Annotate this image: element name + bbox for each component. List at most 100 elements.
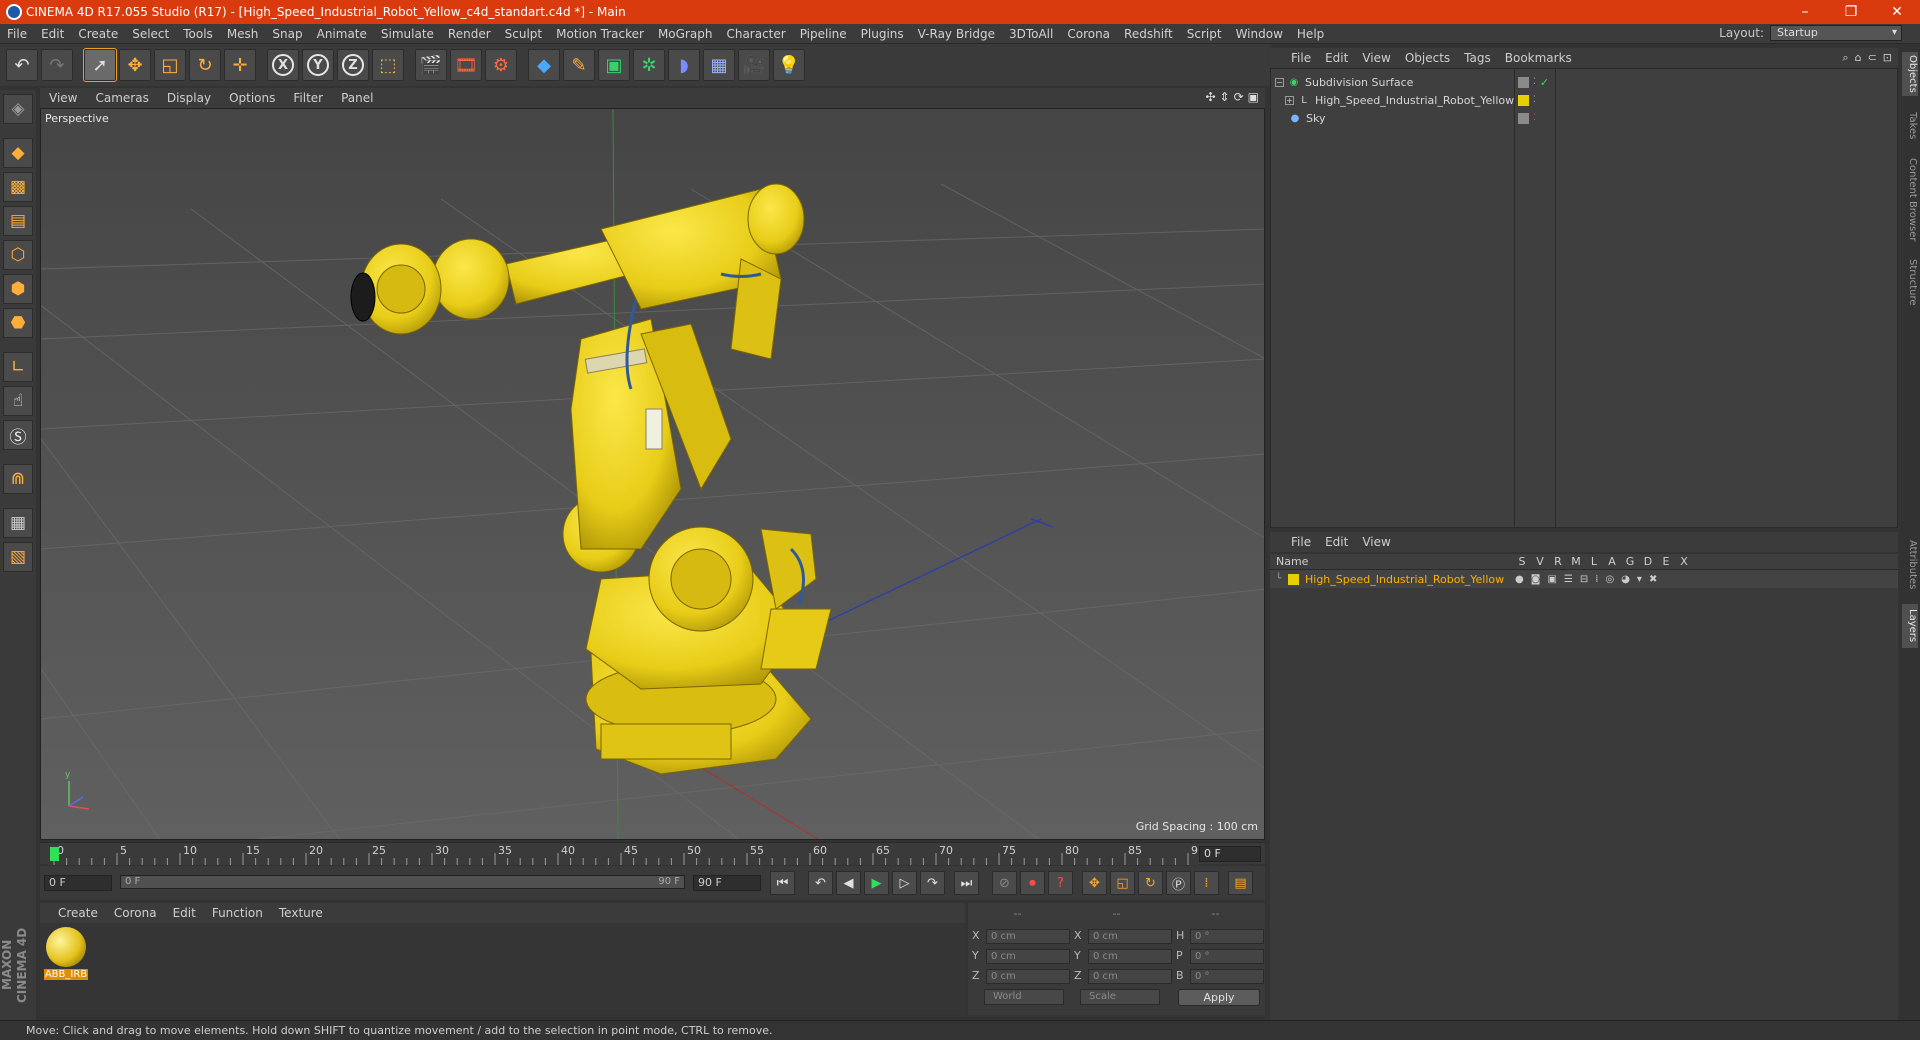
toggle-view-icon[interactable]: ▣: [1248, 90, 1259, 104]
timeline-window-icon[interactable]: ▤: [1228, 871, 1253, 895]
texture-mode-icon[interactable]: ▩: [3, 172, 33, 202]
position-key-icon[interactable]: ✥: [1082, 871, 1107, 895]
menu-character[interactable]: Character: [719, 27, 792, 41]
xref-flag-icon[interactable]: ✖: [1649, 574, 1657, 585]
menu-help[interactable]: Help: [1290, 27, 1331, 41]
go-to-start-icon[interactable]: ⏮: [770, 871, 795, 895]
object-menu-edit[interactable]: Edit: [1318, 51, 1355, 65]
scale-key-icon[interactable]: ◱: [1110, 871, 1135, 895]
timeline-ruler[interactable]: 051015202530354045505560657075808590: [48, 843, 1198, 865]
end-frame-field[interactable]: 90 F: [693, 875, 761, 891]
tab-content-browser[interactable]: Content Browser: [1902, 154, 1918, 246]
move-tool-icon[interactable]: ✥: [119, 49, 151, 81]
edges-mode-icon[interactable]: ⬢: [3, 274, 33, 304]
menu-render[interactable]: Render: [441, 27, 498, 41]
menu-create[interactable]: Create: [71, 27, 125, 41]
make-editable-icon[interactable]: ◈: [3, 94, 33, 124]
position-x-field[interactable]: 0 cm: [986, 929, 1070, 944]
render-view-icon[interactable]: 🎬: [415, 49, 447, 81]
animation-flag-icon[interactable]: ⁞: [1595, 574, 1598, 585]
timeline[interactable]: 051015202530354045505560657075808590 0 F: [40, 842, 1265, 865]
menu-edit[interactable]: Edit: [34, 27, 71, 41]
layer-menu-edit[interactable]: Edit: [1318, 535, 1355, 549]
menu-mograph[interactable]: MoGraph: [651, 27, 720, 41]
layer-color-swatch[interactable]: [1518, 112, 1529, 124]
deformer-flag-icon[interactable]: ◕: [1621, 574, 1630, 585]
size-mode-select[interactable]: Scale: [1080, 989, 1160, 1005]
previous-key-icon[interactable]: ↶: [808, 871, 833, 895]
viewport-menu-cameras[interactable]: Cameras: [86, 91, 157, 105]
live-selection-icon[interactable]: ➚: [83, 48, 117, 82]
menu-plugins[interactable]: Plugins: [854, 27, 911, 41]
object-menu-objects[interactable]: Objects: [1398, 51, 1457, 65]
material-menu-create[interactable]: Create: [50, 906, 106, 920]
menu-mesh[interactable]: Mesh: [220, 27, 266, 41]
layer-menu-view[interactable]: View: [1355, 535, 1397, 549]
new-window-icon[interactable]: ⊡: [1883, 51, 1892, 65]
play-icon[interactable]: ▶: [864, 871, 889, 895]
keyframe-selection-icon[interactable]: ?: [1048, 871, 1073, 895]
workplane-mode-icon[interactable]: ▤: [3, 206, 33, 236]
workplane-lock-icon[interactable]: ▦: [3, 508, 33, 538]
light-icon[interactable]: 💡: [773, 49, 805, 81]
menu-motion-tracker[interactable]: Motion Tracker: [549, 27, 651, 41]
y-axis-lock-icon[interactable]: Y: [302, 49, 334, 81]
previous-frame-icon[interactable]: ◀: [836, 871, 861, 895]
rotation-h-field[interactable]: 0 °: [1190, 929, 1264, 944]
position-y-field[interactable]: 0 cm: [986, 949, 1070, 964]
generator-flag-icon[interactable]: ◎: [1605, 574, 1614, 585]
menu-simulate[interactable]: Simulate: [374, 27, 441, 41]
menu-sculpt[interactable]: Sculpt: [498, 27, 549, 41]
model-mode-icon[interactable]: ◆: [3, 138, 33, 168]
layer-color-swatch[interactable]: [1518, 76, 1529, 88]
next-frame-icon[interactable]: ▷: [892, 871, 917, 895]
viewport-menu-display[interactable]: Display: [158, 91, 220, 105]
viewport-menu-panel[interactable]: Panel: [332, 91, 382, 105]
material-menu-corona[interactable]: Corona: [106, 906, 165, 920]
redo-icon[interactable]: ↷: [41, 49, 73, 81]
layer-menu-file[interactable]: File: [1284, 535, 1318, 549]
object-menu-file[interactable]: File: [1284, 51, 1318, 65]
current-frame-field[interactable]: 0 F: [1199, 846, 1261, 862]
viewport-menu-filter[interactable]: Filter: [284, 91, 332, 105]
home-icon[interactable]: ⌂: [1855, 51, 1862, 65]
orbit-view-icon[interactable]: ⟳: [1234, 90, 1244, 104]
menu-animate[interactable]: Animate: [310, 27, 374, 41]
visibility-dots-icon[interactable]: ⁚: [1533, 95, 1536, 105]
rotation-b-field[interactable]: 0 °: [1190, 969, 1264, 984]
menu-file[interactable]: File: [0, 27, 34, 41]
expression-flag-icon[interactable]: ▾: [1637, 574, 1642, 585]
planar-workplane-icon[interactable]: ▧: [3, 542, 33, 572]
link-icon[interactable]: ⊂: [1868, 51, 1877, 65]
menu-3dtoall[interactable]: 3DToAll: [1002, 27, 1060, 41]
expand-toggle-icon[interactable]: +: [1285, 95, 1294, 105]
menu-snap[interactable]: Snap: [265, 27, 309, 41]
tab-layers[interactable]: Layers: [1902, 604, 1918, 648]
menu-redshift[interactable]: Redshift: [1117, 27, 1180, 41]
layer-color-swatch[interactable]: [1288, 573, 1299, 585]
points-mode-icon[interactable]: ⬡: [3, 240, 33, 270]
size-x-field[interactable]: 0 cm: [1088, 929, 1172, 944]
undo-icon[interactable]: ↶: [6, 49, 38, 81]
zoom-view-icon[interactable]: ⇕: [1220, 90, 1230, 104]
restore-button[interactable]: ❐: [1828, 0, 1874, 24]
snapping-icon[interactable]: ⋒: [3, 464, 33, 494]
menu-tools[interactable]: Tools: [176, 27, 220, 41]
object-menu-view[interactable]: View: [1355, 51, 1397, 65]
timeline-playhead[interactable]: [50, 847, 59, 861]
search-icon[interactable]: ⌕: [1842, 51, 1848, 65]
perspective-viewport[interactable]: y Perspective Grid Spacing : 100 cm: [40, 108, 1265, 840]
menu-window[interactable]: Window: [1229, 27, 1290, 41]
object-row[interactable]: ● Sky ⁚: [1271, 109, 1899, 127]
material-menu-function[interactable]: Function: [204, 906, 271, 920]
lock-flag-icon[interactable]: ⊟: [1580, 574, 1588, 585]
subdivision-generator-icon[interactable]: ▣: [598, 49, 630, 81]
start-frame-field[interactable]: 0 F: [44, 875, 112, 891]
tab-objects[interactable]: Objects: [1902, 52, 1918, 96]
polygons-mode-icon[interactable]: ⬣: [3, 308, 33, 338]
autokey-icon[interactable]: ⏺: [1020, 871, 1045, 895]
axis-mode-icon[interactable]: ∟: [3, 352, 33, 382]
x-axis-lock-icon[interactable]: X: [267, 49, 299, 81]
enabled-check-icon[interactable]: ✓: [1540, 76, 1549, 89]
pan-view-icon[interactable]: ✣: [1205, 90, 1215, 104]
